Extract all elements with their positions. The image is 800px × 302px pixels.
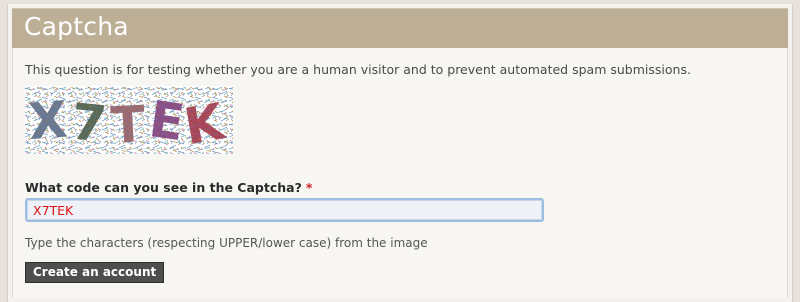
captcha-question-label: What code can you see in the Captcha? * xyxy=(25,180,312,195)
captcha-description: This question is for testing whether you… xyxy=(25,62,691,77)
captcha-response-input[interactable] xyxy=(25,198,544,222)
captcha-hint: Type the characters (respecting UPPER/lo… xyxy=(25,236,428,250)
captcha-label-text: What code can you see in the Captcha? xyxy=(25,180,302,195)
captcha-header: Captcha xyxy=(12,8,788,48)
page-title: Captcha xyxy=(24,12,129,41)
create-account-button[interactable]: Create an account xyxy=(25,262,165,283)
required-marker: * xyxy=(305,180,313,195)
captcha-image: X 7 T E K xyxy=(25,86,233,154)
captcha-fieldset: This question is for testing whether you… xyxy=(12,48,788,298)
page: Captcha This question is for testing whe… xyxy=(0,0,800,302)
